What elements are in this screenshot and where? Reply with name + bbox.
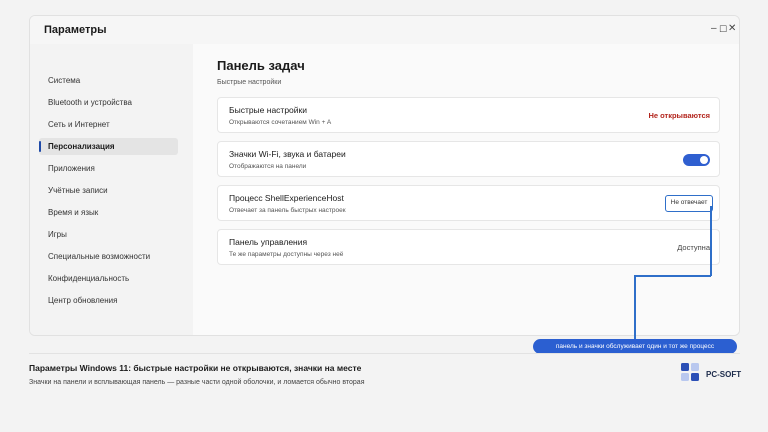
sidebar-item-system[interactable]: Система	[39, 72, 178, 89]
status-text: Не открываются	[648, 111, 710, 120]
quick-settings-card[interactable]: Быстрые настройки Открываются сочетанием…	[217, 97, 720, 133]
logo-mark	[681, 373, 689, 381]
toggle-knob	[700, 156, 708, 164]
sidebar-item-accounts[interactable]: Учётные записи	[39, 182, 178, 199]
logo-mark	[691, 373, 699, 381]
shell-host-card[interactable]: Процесс ShellExperienceHost Отвечает за …	[217, 185, 720, 221]
sidebar-item-personalization[interactable]: Персонализация	[39, 138, 178, 155]
title-bar: Параметры – ☐ ✕	[30, 16, 739, 44]
card-title: Панель управления	[229, 237, 308, 247]
sidebar-item-apps[interactable]: Приложения	[39, 160, 178, 177]
page-subtitle: Быстрые настройки	[217, 79, 282, 86]
sidebar-item-bluetooth[interactable]: Bluetooth и устройства	[39, 94, 178, 111]
callout-connector	[634, 275, 636, 341]
system-icons-toggle[interactable]	[683, 154, 710, 166]
callout-connector	[634, 275, 711, 277]
brand-logo: PC-SOFT	[681, 363, 768, 385]
main-content: Панель задач Быстрые настройки Быстрые н…	[193, 44, 739, 335]
card-description: Открываются сочетанием Win + A	[229, 119, 332, 126]
divider	[29, 353, 740, 354]
control-panel-card[interactable]: Панель управления Те же параметры доступ…	[217, 229, 720, 265]
logo-mark	[681, 363, 689, 371]
sidebar-item-time-language[interactable]: Время и язык	[39, 204, 178, 221]
caption-subtitle: Значки на панели и всплывающая панель — …	[29, 379, 365, 386]
caption-title: Параметры Windows 11: быстрые настройки …	[29, 363, 362, 373]
sidebar-item-gaming[interactable]: Игры	[39, 226, 178, 243]
system-icons-card: Значки Wi-Fi, звука и батареи Отображают…	[217, 141, 720, 177]
sidebar-item-accessibility[interactable]: Специальные возможности	[39, 248, 178, 265]
sidebar: Система Bluetooth и устройства Сеть и Ин…	[30, 44, 193, 335]
card-description: Отображаются на панели	[229, 163, 307, 170]
sidebar-item-privacy[interactable]: Конфиденциальность	[39, 270, 178, 287]
window-title: Параметры	[44, 24, 107, 36]
status-text: Доступна	[677, 243, 710, 252]
page-title: Панель задач	[217, 58, 305, 73]
maximize-icon[interactable]: ☐	[719, 22, 727, 36]
card-description: Те же параметры доступны через неё	[229, 251, 344, 258]
callout-label: панель и значки обслуживает один и тот ж…	[533, 339, 737, 354]
card-description: Отвечает за панель быстрых настроек	[229, 207, 346, 214]
card-title: Значки Wi-Fi, звука и батареи	[229, 149, 346, 159]
close-icon[interactable]: ✕	[728, 22, 736, 36]
sidebar-item-windows-update[interactable]: Центр обновления	[39, 292, 178, 309]
card-title: Процесс ShellExperienceHost	[229, 193, 344, 203]
logo-text: PC-SOFT	[706, 370, 742, 379]
card-title: Быстрые настройки	[229, 105, 307, 115]
callout-connector	[710, 206, 712, 276]
minimize-icon[interactable]: –	[711, 22, 717, 36]
status-badge: Не отвечает	[665, 195, 713, 212]
logo-mark	[691, 363, 699, 371]
sidebar-item-network[interactable]: Сеть и Интернет	[39, 116, 178, 133]
